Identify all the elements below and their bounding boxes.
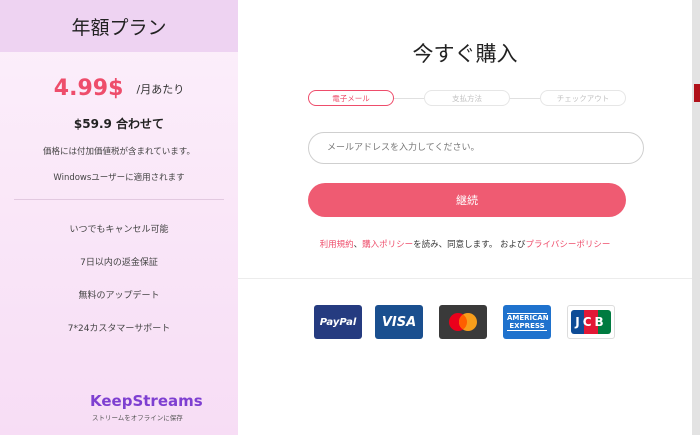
price-row: 4.99$ /月あたり bbox=[0, 76, 238, 101]
step-email: 電子メール bbox=[308, 90, 394, 106]
feature-item: 無料のアップデート bbox=[78, 291, 160, 301]
logo-text: KeepStreams bbox=[90, 392, 203, 410]
paypal-label: PayPal bbox=[319, 316, 357, 328]
checkout-title: 今すぐ購入 bbox=[412, 42, 518, 66]
background-accent bbox=[694, 84, 700, 102]
logo-subtitle: ストリームをオフラインに保存 bbox=[92, 414, 183, 422]
waveform-icon bbox=[37, 383, 82, 421]
plan-panel: 年額プラン 4.99$ /月あたり $59.9 合わせて 価格には付加価値税が含… bbox=[0, 0, 238, 435]
price-unit: /月あたり bbox=[136, 82, 185, 96]
total-price: $59.9 合わせて bbox=[73, 117, 165, 131]
terms-middle-text: を読み、同意します。 および bbox=[413, 240, 526, 250]
step-connector bbox=[393, 98, 424, 99]
step-payment: 支払方法 bbox=[424, 90, 510, 106]
step-checkout: チェックアウト bbox=[540, 90, 626, 106]
tax-note: 価格には付加価値税が含まれています。 bbox=[43, 147, 195, 157]
checkout-dialog: 今すぐ購入 電子メール 支払方法 チェックアウト 継続 利用規約、購入ポリシーを… bbox=[238, 0, 692, 435]
terms-text: 利用規約、購入ポリシーを読み、同意します。 およびプライバシーポリシー bbox=[238, 238, 692, 250]
visa-label: VISA bbox=[381, 314, 417, 330]
mastercard-circles bbox=[449, 313, 477, 331]
feature-item: 7*24カスタマーサポート bbox=[67, 324, 171, 334]
feature-item: 7日以内の返金保証 bbox=[80, 258, 158, 268]
visa-icon: VISA bbox=[375, 305, 423, 339]
payment-methods: PayPal VISA AMERICAN EXPRESS JCB bbox=[314, 305, 634, 341]
divider bbox=[14, 199, 224, 200]
keepstreams-logo: KeepStreams ストリームをオフラインに保存 bbox=[36, 383, 226, 423]
checkout-steps: 電子メール 支払方法 チェックアウト bbox=[308, 90, 628, 106]
price: 4.99$ bbox=[53, 76, 124, 101]
plan-title: 年額プラン bbox=[0, 0, 238, 52]
jcb-label: JCB bbox=[575, 315, 607, 329]
purchase-policy-link[interactable]: 購入ポリシー bbox=[362, 240, 413, 250]
background-window-edge bbox=[692, 0, 700, 435]
section-divider bbox=[238, 278, 692, 279]
mastercard-icon bbox=[439, 305, 487, 339]
american-express-icon: AMERICAN EXPRESS bbox=[503, 305, 551, 339]
feature-list: いつでもキャンセル可能 7日以内の返金保証 無料のアップデート 7*24カスタマ… bbox=[0, 222, 238, 354]
platform-note: Windowsユーザーに適用されます bbox=[53, 173, 185, 183]
continue-button[interactable]: 継続 bbox=[308, 183, 626, 217]
amex-label: AMERICAN EXPRESS bbox=[507, 313, 549, 331]
step-connector bbox=[509, 98, 540, 99]
jcb-mark: JCB bbox=[571, 310, 611, 334]
privacy-policy-link[interactable]: プライバシーポリシー bbox=[526, 240, 611, 250]
email-input[interactable] bbox=[308, 132, 644, 164]
terms-separator: 、 bbox=[353, 240, 363, 250]
terms-of-use-link[interactable]: 利用規約 bbox=[320, 240, 354, 250]
feature-item: いつでもキャンセル可能 bbox=[69, 225, 169, 235]
jcb-icon: JCB bbox=[567, 305, 615, 339]
paypal-icon: PayPal bbox=[314, 305, 362, 339]
